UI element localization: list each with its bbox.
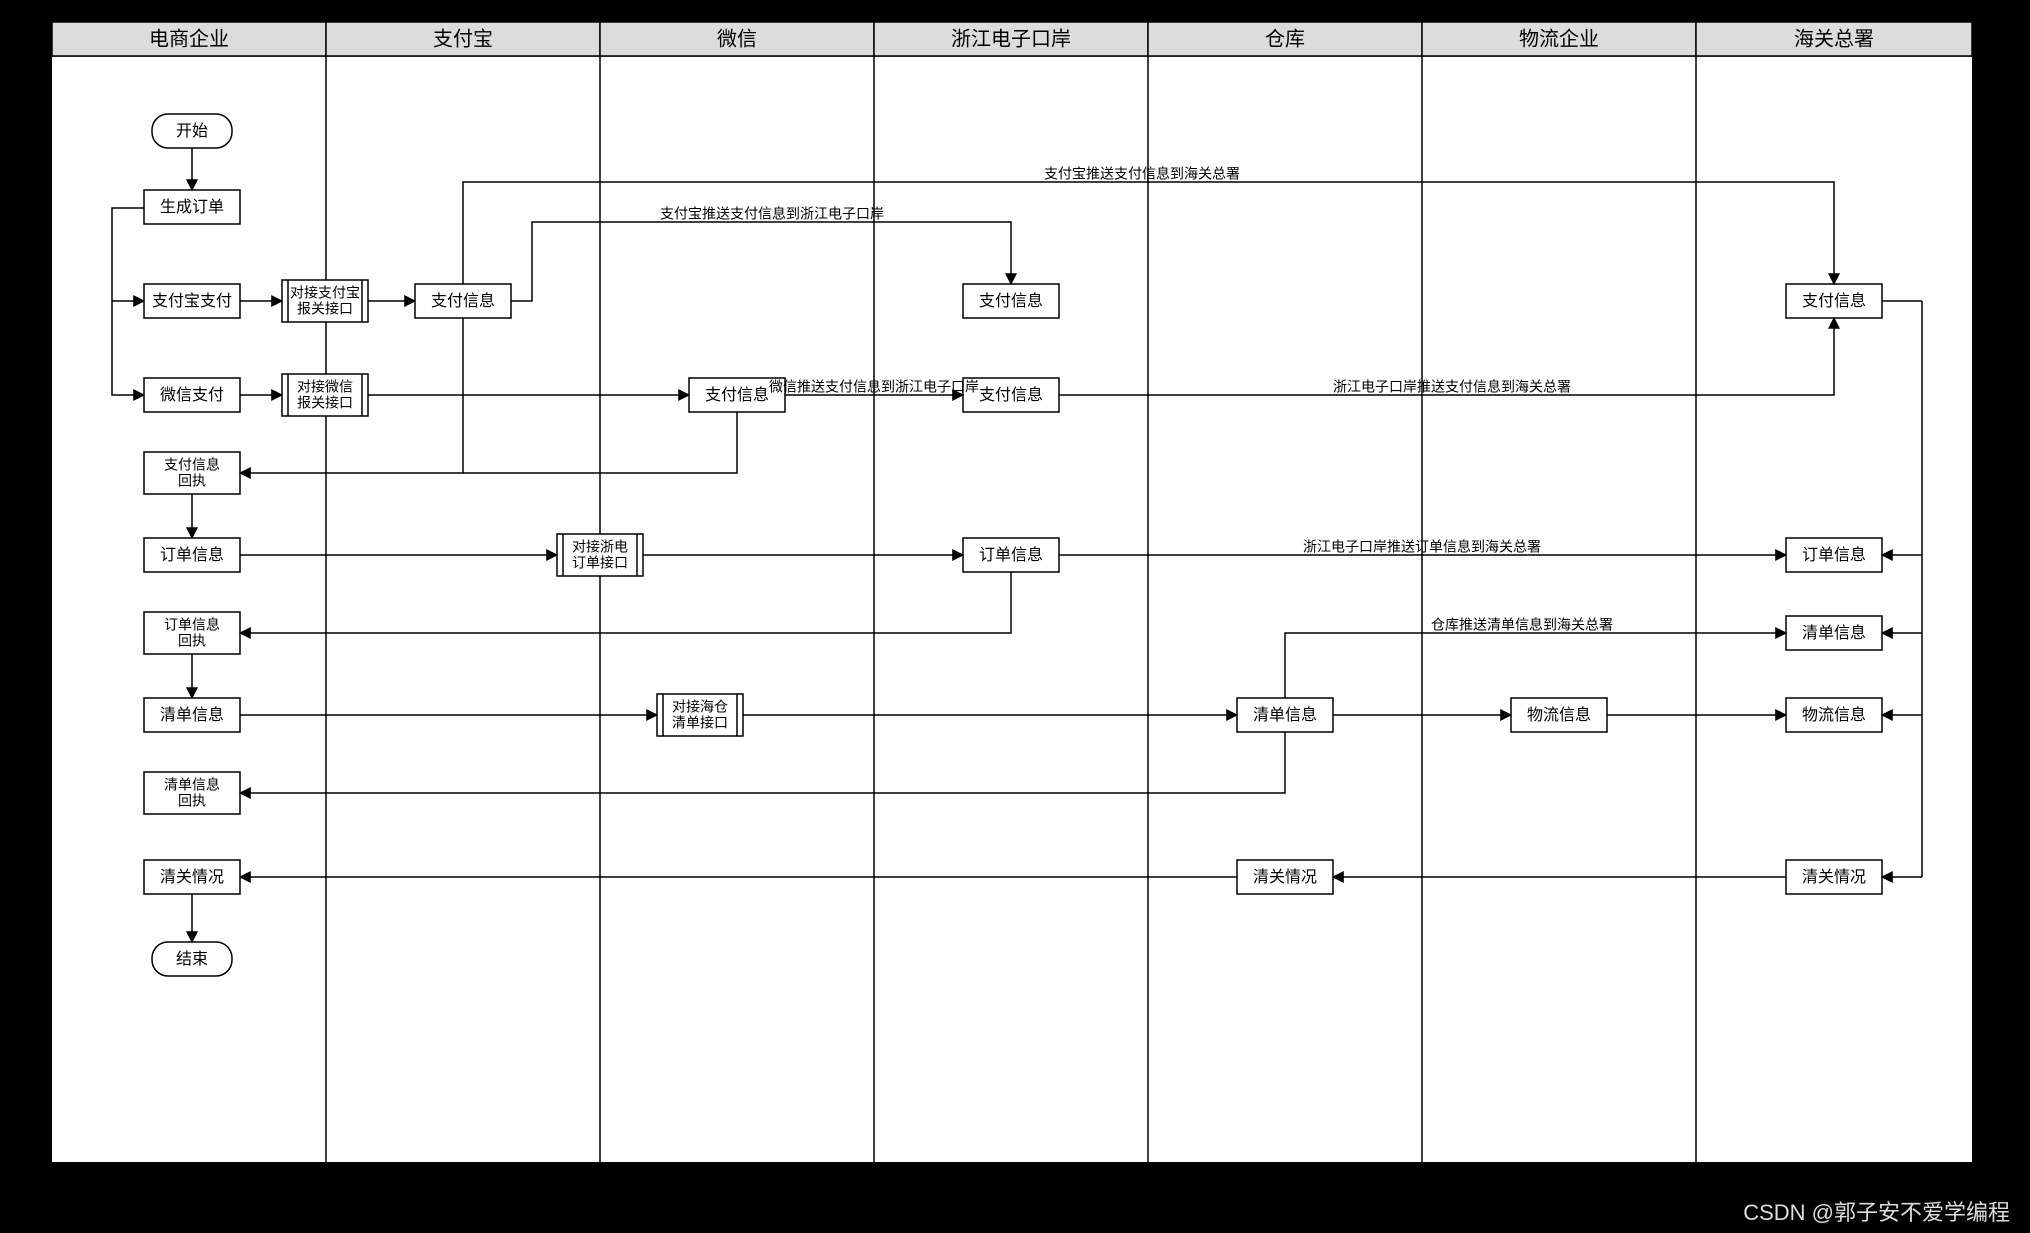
node-payInfoAli-label: 支付信息 <box>431 292 495 310</box>
node-end-label: 结束 <box>176 950 208 968</box>
node-alipayApi-l2: 报关接口 <box>297 301 353 317</box>
lane-label-3: 浙江电子口岸 <box>951 27 1071 50</box>
edge-gen-wechat <box>112 301 144 395</box>
node-alipayPay-label: 支付宝支付 <box>152 292 232 310</box>
edge-listck-receipt <box>240 732 1285 793</box>
node-alipayApi-l1: 对接支付宝 <box>290 285 360 301</box>
node-orderInfoE-label: 订单信息 <box>160 546 224 564</box>
node-listInfoCk-label: 清单信息 <box>1253 706 1317 724</box>
node-orderReceipt-l1: 订单信息 <box>164 617 220 633</box>
lane-label-5: 物流企业 <box>1519 27 1599 50</box>
node-wechatApi: 对接微信 报关接口 <box>282 374 368 416</box>
lane-label-4: 仓库 <box>1265 27 1305 50</box>
node-haicangApi: 对接海仓 清单接口 <box>657 694 743 736</box>
node-wechatPay-label: 微信支付 <box>160 386 224 404</box>
edge-ali-zj <box>511 222 1011 301</box>
node-payInfoHG-label: 支付信息 <box>1802 292 1866 310</box>
watermark: CSDN @郭子安不爱学编程 <box>1743 1195 2010 1227</box>
edge-gen-alipay <box>112 208 144 301</box>
node-clearCk-label: 清关情况 <box>1253 868 1317 886</box>
node-haicangApi-l1: 对接海仓 <box>672 699 728 715</box>
edge-ali-hg-label: 支付宝推送支付信息到海关总署 <box>1044 166 1240 182</box>
edge-listck-hg-label: 仓库推送清单信息到海关总署 <box>1431 617 1613 633</box>
node-zheOrderApi-l1: 对接浙电 <box>572 539 628 555</box>
lane-headers: 电商企业 支付宝 微信 浙江电子口岸 仓库 物流企业 海关总署 <box>52 22 1972 56</box>
node-clearE-label: 清关情况 <box>160 868 224 886</box>
node-alipayApi: 对接支付宝 报关接口 <box>282 280 368 322</box>
edge-zj-hg-label: 浙江电子口岸推送支付信息到海关总署 <box>1333 379 1571 395</box>
node-wechatApi-l1: 对接微信 <box>297 379 353 395</box>
lane-label-6: 海关总署 <box>1794 27 1874 50</box>
edge-listck-hg <box>1285 633 1786 698</box>
node-start-label: 开始 <box>176 122 208 140</box>
node-payInfoZj2-label: 支付信息 <box>979 386 1043 404</box>
node-clearHG-label: 清关情况 <box>1802 868 1866 886</box>
node-wechatApi-l2: 报关接口 <box>297 395 353 411</box>
edge-orderzj-receipt <box>240 572 1011 633</box>
node-listReceipt-l2: 回执 <box>178 793 206 809</box>
node-orderInfoHG-label: 订单信息 <box>1802 546 1866 564</box>
lane-label-0: 电商企业 <box>149 27 229 50</box>
node-orderReceipt-l2: 回执 <box>178 633 206 649</box>
node-payInfoWx-label: 支付信息 <box>705 386 769 404</box>
node-zheOrderApi: 对接浙电 订单接口 <box>557 534 643 576</box>
node-genOrder-label: 生成订单 <box>160 198 224 216</box>
diagram-svg: 电商企业 支付宝 微信 浙江电子口岸 仓库 物流企业 海关总署 开始 <box>52 22 1972 1162</box>
lane-label-1: 支付宝 <box>433 27 493 50</box>
node-payReceipt-l2: 回执 <box>178 473 206 489</box>
node-logInfoWl-label: 物流信息 <box>1527 706 1591 724</box>
diagram-paper: 电商企业 支付宝 微信 浙江电子口岸 仓库 物流企业 海关总署 开始 <box>50 20 1974 1164</box>
node-haicangApi-l2: 清单接口 <box>672 715 728 731</box>
node-zheOrderApi-l2: 订单接口 <box>572 555 628 571</box>
node-listReceipt-l1: 清单信息 <box>164 777 220 793</box>
node-payReceipt-l1: 支付信息 <box>164 457 220 473</box>
edge-wx-zj-label: 微信推送支付信息到浙江电子口岸 <box>769 379 979 395</box>
node-listInfoE-label: 清单信息 <box>160 706 224 724</box>
node-orderInfoZj-label: 订单信息 <box>979 546 1043 564</box>
edge-orderzj-hg-label: 浙江电子口岸推送订单信息到海关总署 <box>1303 539 1541 555</box>
node-listInfoHG-label: 清单信息 <box>1802 624 1866 642</box>
node-logInfoHG-label: 物流信息 <box>1802 706 1866 724</box>
node-payInfoZj1-label: 支付信息 <box>979 292 1043 310</box>
lane-label-2: 微信 <box>717 27 757 50</box>
diagram-stage: 电商企业 支付宝 微信 浙江电子口岸 仓库 物流企业 海关总署 开始 <box>0 0 2030 1233</box>
edge-ali-zj-label: 支付宝推送支付信息到浙江电子口岸 <box>660 206 884 222</box>
